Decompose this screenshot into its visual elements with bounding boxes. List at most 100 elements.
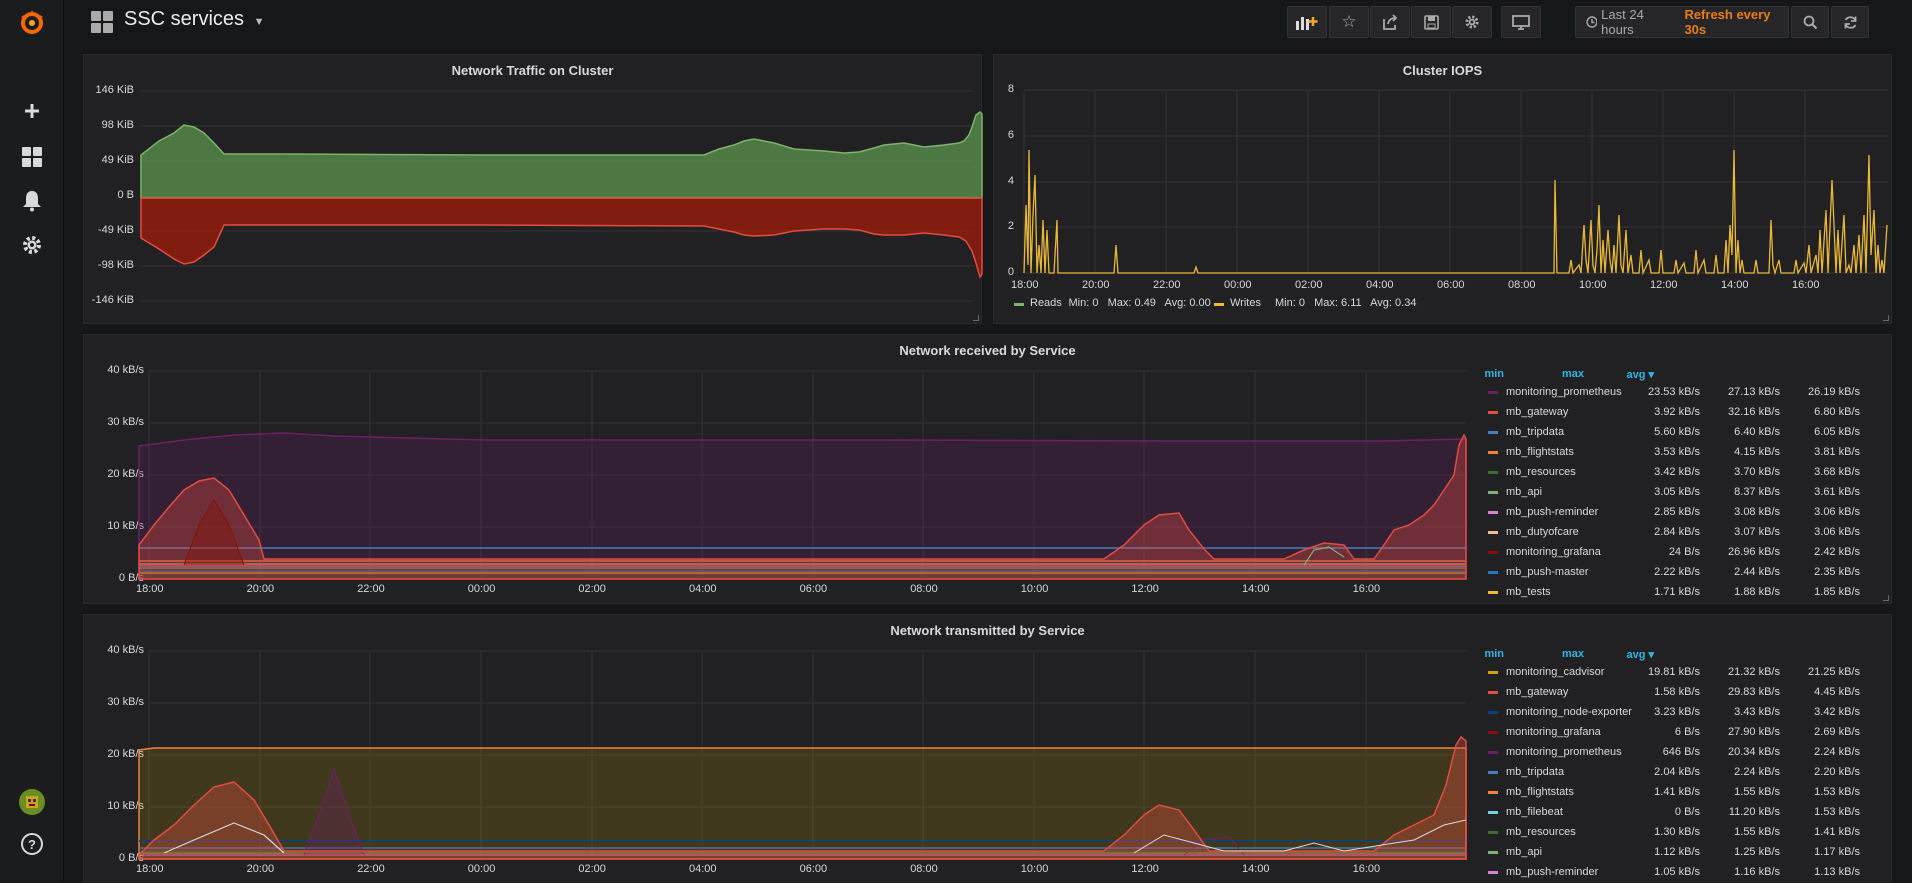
legend-header-avg: avg ▾ <box>1626 649 1654 661</box>
series-min: 1.58 kB/s <box>1654 686 1700 698</box>
series-stats: Min: 0 Max: 0.49 Avg: 0.00 <box>1068 297 1211 309</box>
iops-graph[interactable] <box>994 55 1893 325</box>
dashboards-icon[interactable] <box>91 11 113 38</box>
resize-handle[interactable] <box>1883 595 1889 601</box>
legend-row[interactable]: mb_dutyofcare 2.84 kB/s 3.07 kB/s 3.06 kB/s <box>1488 523 1878 543</box>
dashboard-title[interactable]: SSC services ▼ <box>124 8 264 31</box>
save-icon <box>1423 14 1439 30</box>
series-avg: 1.17 kB/s <box>1814 846 1860 858</box>
series-max: 1.55 kB/s <box>1734 826 1780 838</box>
legend-row[interactable]: monitoring_grafana 6 B/s 27.90 kB/s 2.69 kB… <box>1488 723 1878 743</box>
series-color-swatch <box>1488 771 1498 774</box>
add-panel-button[interactable] <box>1287 6 1327 38</box>
series-avg: 2.69 kB/s <box>1814 726 1860 738</box>
series-name: Reads <box>1030 297 1062 309</box>
dashboard-title-text: SSC services <box>124 8 245 30</box>
series-max: 3.08 kB/s <box>1734 506 1780 518</box>
transmitted-graph[interactable] <box>84 615 1484 883</box>
legend-row[interactable]: monitoring_prometheus 646 B/s 20.34 kB/s 2.… <box>1488 743 1878 763</box>
series-avg: 26.19 kB/s <box>1808 386 1860 398</box>
plus-icon[interactable] <box>0 91 64 131</box>
network-traffic-panel: Network Traffic on Cluster 146 KiB 98 KiB… <box>83 54 983 325</box>
series-color-swatch <box>1488 851 1498 854</box>
series-color-swatch <box>1488 731 1498 734</box>
series-avg: 3.81 kB/s <box>1814 446 1860 458</box>
legend-row[interactable]: mb_resources 3.42 kB/s 3.70 kB/s 3.68 kB/s <box>1488 463 1878 483</box>
legend-row[interactable]: mb_api 1.12 kB/s 1.25 kB/s 1.17 kB/s <box>1488 843 1878 863</box>
series-color-swatch <box>1488 511 1498 514</box>
legend-row[interactable]: mb_gateway 3.92 kB/s 32.16 kB/s 6.80 kB/s <box>1488 403 1878 423</box>
gear-icon[interactable] <box>0 225 64 265</box>
zoom-out-button[interactable] <box>1791 6 1829 38</box>
user-avatar[interactable] <box>0 782 64 822</box>
series-color-swatch <box>1488 591 1498 594</box>
legend-row[interactable]: monitoring_node-exporter 3.23 kB/s 3.43 kB… <box>1488 703 1878 723</box>
series-max: 21.32 kB/s <box>1728 666 1780 678</box>
legend-row[interactable]: mb_flightstats 3.53 kB/s 4.15 kB/s 3.81 kB/… <box>1488 443 1878 463</box>
legend-row[interactable]: mb_tripdata 2.04 kB/s 2.24 kB/s 2.20 kB/s <box>1488 763 1878 783</box>
series-min: 1.41 kB/s <box>1654 786 1700 798</box>
legend-row[interactable]: mb_push-master 2.22 kB/s 2.44 kB/s 2.35 kB/… <box>1488 563 1878 583</box>
legend-row[interactable]: mb_flightstats 1.41 kB/s 1.55 kB/s 1.53 kB/… <box>1488 783 1878 803</box>
legend-row[interactable]: mb_api 3.05 kB/s 8.37 kB/s 3.61 kB/s <box>1488 483 1878 503</box>
traffic-graph[interactable] <box>84 55 983 325</box>
legend-row[interactable]: mb_tests 1.71 kB/s 1.88 kB/s 1.85 kB/s <box>1488 583 1878 603</box>
refresh-interval-label: Refresh every 30s <box>1684 7 1771 37</box>
legend-row[interactable]: monitoring_grafana 24 B/s 26.96 kB/s 2.42 k… <box>1488 543 1878 563</box>
grafana-logo-icon[interactable] <box>0 0 64 44</box>
series-avg: 4.45 kB/s <box>1814 686 1860 698</box>
series-name: mb_tests <box>1506 586 1551 598</box>
received-graph[interactable] <box>84 335 1484 605</box>
legend-row[interactable]: mb_filebeat 0 B/s 11.20 kB/s 1.53 kB/s <box>1488 803 1878 823</box>
search-icon <box>1803 15 1817 29</box>
help-icon[interactable]: ? <box>0 824 64 864</box>
legend-series-writes[interactable]: Writes Min: 0 Max: 6.11 Avg: 0.34 <box>1214 295 1416 315</box>
legend-header-max: max <box>1561 648 1584 660</box>
series-max: 11.20 kB/s <box>1728 806 1780 818</box>
bell-icon[interactable] <box>0 181 64 221</box>
legend-row[interactable]: mb_push-reminder 2.85 kB/s 3.08 kB/s 3.06 k… <box>1488 503 1878 523</box>
series-min: 2.84 kB/s <box>1654 526 1700 538</box>
monitor-icon <box>1512 14 1530 30</box>
tv-mode-button[interactable] <box>1501 6 1541 38</box>
resize-handle[interactable] <box>973 315 979 321</box>
series-color-swatch <box>1488 391 1498 394</box>
series-name: mb_filebeat <box>1506 806 1563 818</box>
legend-row[interactable]: mb_tripdata 5.60 kB/s 6.40 kB/s 6.05 kB/s <box>1488 423 1878 443</box>
legend-row[interactable]: mb_resources 1.30 kB/s 1.55 kB/s 1.41 kB/s <box>1488 823 1878 843</box>
save-button[interactable] <box>1411 6 1451 38</box>
series-name: mb_flightstats <box>1506 446 1574 458</box>
series-min: 2.04 kB/s <box>1654 766 1700 778</box>
series-color-swatch <box>1488 451 1498 454</box>
series-avg: 2.35 kB/s <box>1814 566 1860 578</box>
series-color-swatch <box>1488 551 1498 554</box>
share-button[interactable] <box>1370 6 1410 38</box>
series-max: 6.40 kB/s <box>1734 426 1780 438</box>
series-min: 3.53 kB/s <box>1654 446 1700 458</box>
series-max: 2.24 kB/s <box>1734 766 1780 778</box>
settings-button[interactable] <box>1452 6 1492 38</box>
series-min: 2.85 kB/s <box>1654 506 1700 518</box>
legend-row[interactable]: monitoring_prometheus 23.53 kB/s 27.13 kB/… <box>1488 383 1878 403</box>
legend-row[interactable]: mb_push-reminder 1.05 kB/s 1.16 kB/s 1.13 k… <box>1488 863 1878 883</box>
series-color-swatch <box>1488 471 1498 474</box>
series-max: 32.16 kB/s <box>1728 406 1780 418</box>
series-max: 26.96 kB/s <box>1728 546 1780 558</box>
legend-series-reads[interactable]: Reads Min: 0 Max: 0.49 Avg: 0.00 <box>1014 295 1211 315</box>
star-icon: ☆ <box>1341 12 1357 31</box>
series-max: 20.34 kB/s <box>1728 746 1780 758</box>
series-avg: 1.53 kB/s <box>1814 806 1860 818</box>
help-glyph: ? <box>21 833 43 855</box>
refresh-button[interactable] <box>1831 6 1869 38</box>
legend-row[interactable]: monitoring_cadvisor 19.81 kB/s 21.32 kB/s 2… <box>1488 663 1878 683</box>
time-picker-button[interactable]: Last 24 hours Refresh every 30s <box>1575 6 1789 38</box>
series-max: 29.83 kB/s <box>1728 686 1780 698</box>
dashboards-icon[interactable] <box>0 137 64 177</box>
series-name: monitoring_prometheus <box>1506 746 1622 758</box>
series-min: 3.92 kB/s <box>1654 406 1700 418</box>
legend-row[interactable]: mb_gateway 1.58 kB/s 29.83 kB/s 4.45 kB/s <box>1488 683 1878 703</box>
series-color-swatch <box>1488 491 1498 494</box>
series-min: 2.22 kB/s <box>1654 566 1700 578</box>
resize-handle[interactable] <box>1883 315 1889 321</box>
star-button[interactable]: ☆ <box>1329 6 1369 38</box>
